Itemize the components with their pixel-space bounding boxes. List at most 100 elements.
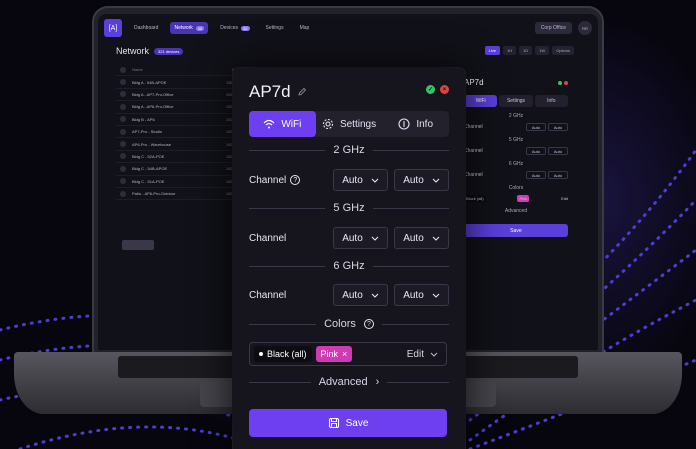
mini-select[interactable]: Auto <box>548 171 568 179</box>
help-icon[interactable]: ? <box>290 175 301 185</box>
table-row[interactable]: Bldg C - 54B-APOE 192... <box>116 163 236 176</box>
tag-black-label: Black (all) <box>267 349 307 359</box>
mini-save-button[interactable]: Save <box>464 224 568 237</box>
avatar[interactable]: RR <box>578 21 592 35</box>
channel-select-6ghz-a[interactable]: Auto <box>333 284 388 306</box>
panel-title: AP7d <box>249 82 291 101</box>
device-icon <box>120 128 126 135</box>
colors-multiselect[interactable]: Black (all) Pink × Edit <box>249 342 447 366</box>
advanced-toggle[interactable]: Advanced › <box>249 376 449 388</box>
tab-wifi[interactable]: WiFi <box>249 111 316 137</box>
nav-dashboard[interactable]: Dashboard <box>130 22 162 34</box>
mini-colors-row[interactable]: Black (all) Pink Edit <box>464 195 568 202</box>
table-row[interactable]: Bldg B - AP6 192... <box>116 114 236 126</box>
mini-channel-row: Channel Auto Auto <box>464 123 568 131</box>
table-header: Name IP <box>116 64 236 77</box>
select-all-checkbox[interactable] <box>120 66 126 73</box>
table-row[interactable]: Patio - AP6-Pro-Outdoor 192... <box>116 188 236 201</box>
confirm-icon[interactable]: ✓ <box>426 85 435 94</box>
tab-settings[interactable]: Settings <box>316 111 383 137</box>
device-name: Bldg A - 54B-APOE <box>132 79 167 85</box>
device-name: AP6-Pro - Warehouse <box>132 141 171 147</box>
channel-select-2ghz-a[interactable]: Auto <box>333 169 388 191</box>
range-1h[interactable]: 1H <box>502 46 517 55</box>
tab-info-label: Info <box>416 118 434 130</box>
app-logo[interactable]: [A] <box>104 19 122 37</box>
table-row[interactable]: Bldg A - 54B-APOE 192... <box>116 76 236 89</box>
nav-map[interactable]: Map <box>296 22 314 34</box>
mini-confirm-icon[interactable] <box>557 81 562 85</box>
mini-settings-panel: AP7d WiFi Settings Info 2 GHz Channel Aut… <box>464 78 568 237</box>
chevron-down-icon <box>371 293 379 298</box>
pencil-icon[interactable] <box>297 87 307 97</box>
nav-devices[interactable]: Devices 32 <box>216 22 253 34</box>
select-value: Auto <box>342 289 363 301</box>
mini-select[interactable]: Auto <box>526 147 546 155</box>
edit-dropdown[interactable]: Edit <box>407 349 442 360</box>
range-1w[interactable]: 1W <box>535 46 550 55</box>
header-name[interactable]: Name <box>132 67 143 72</box>
table-row[interactable]: Bldg C - 52A-POE 192... <box>116 151 236 164</box>
mini-close-icon[interactable] <box>564 81 568 85</box>
org-selector[interactable]: Corp Office <box>534 22 572 34</box>
mini-select[interactable]: Auto <box>548 147 568 155</box>
chevron-down-icon <box>430 352 438 357</box>
table-action-button[interactable] <box>122 240 154 250</box>
mini-tab-info[interactable]: Info <box>534 95 568 107</box>
channel-select-2ghz-b[interactable]: Auto <box>394 169 449 191</box>
device-icon <box>120 141 126 148</box>
nav-network-label: Network <box>174 25 193 31</box>
tag-black[interactable]: Black (all) <box>254 346 312 362</box>
time-range: Live 1H 1D 1W Options <box>484 46 574 55</box>
tab-info[interactable]: Info <box>382 111 449 137</box>
save-button[interactable]: Save <box>249 409 447 437</box>
table-row[interactable]: AP7-Pro - Studio 192... <box>116 126 236 139</box>
nav-settings[interactable]: Settings <box>262 22 288 34</box>
panel-header: AP7d <box>249 82 307 102</box>
mini-select[interactable]: Auto <box>548 123 568 131</box>
device-name: AP7-Pro - Studio <box>132 129 163 135</box>
tag-remove-icon[interactable]: × <box>342 349 347 359</box>
nav-settings-label: Settings <box>265 25 284 31</box>
mini-edit[interactable]: Edit <box>561 196 568 201</box>
chevron-down-icon <box>371 236 379 241</box>
table-row[interactable]: Bldg A - AP7-Pro-Office 192... <box>116 89 236 102</box>
chevron-down-icon <box>432 236 440 241</box>
mini-tab-wifi[interactable]: WiFi <box>464 95 498 107</box>
wifi-icon <box>263 119 275 129</box>
gear-icon <box>322 118 333 130</box>
channel-select-5ghz-b[interactable]: Auto <box>394 227 449 249</box>
select-value: Auto <box>403 174 424 186</box>
range-live[interactable]: Live <box>484 46 500 55</box>
help-icon[interactable]: ? <box>363 319 374 329</box>
select-value: Auto <box>403 289 424 301</box>
range-1d[interactable]: 1D <box>519 46 533 55</box>
advanced-label: Advanced <box>318 376 368 388</box>
device-settings-panel: AP7d ✓ × WiFi Settings Info 2 GHz Channe… <box>233 68 465 449</box>
mini-channel-label: Channel <box>464 172 483 178</box>
device-icon <box>120 178 126 185</box>
section-2ghz-label: 2 GHz <box>333 144 365 156</box>
device-icon <box>120 103 126 110</box>
close-icon[interactable]: × <box>440 85 449 94</box>
mini-select[interactable]: Auto <box>526 123 546 131</box>
mini-tag-pink[interactable]: Pink <box>517 195 530 202</box>
mini-tab-settings[interactable]: Settings <box>499 95 533 107</box>
table-row[interactable]: Bldg A - AP6-Pro-Office 192... <box>116 101 236 114</box>
table-row[interactable]: AP6-Pro - Warehouse 192... <box>116 138 236 151</box>
channel-select-6ghz-b[interactable]: Auto <box>394 284 449 306</box>
mini-tag-black[interactable]: Black (all) <box>464 195 486 202</box>
channel-select-5ghz-a[interactable]: Auto <box>333 227 388 249</box>
mini-advanced[interactable]: Advanced <box>464 208 568 214</box>
mini-select[interactable]: Auto <box>526 171 546 179</box>
chevron-down-icon <box>371 178 379 183</box>
mini-channel-label: Channel <box>464 124 483 130</box>
nav-network[interactable]: Network 10 <box>170 22 209 34</box>
mini-window-controls[interactable] <box>557 78 568 87</box>
options-button[interactable]: Options <box>552 46 574 55</box>
device-name: Bldg A - AP6-Pro-Office <box>132 104 174 110</box>
tag-pink[interactable]: Pink × <box>315 346 353 362</box>
device-name: Bldg B - AP6 <box>132 116 155 122</box>
table-row[interactable]: Bldg C - 51A-POE 192... <box>116 176 236 188</box>
mini-section-colors: Colors <box>508 185 524 191</box>
